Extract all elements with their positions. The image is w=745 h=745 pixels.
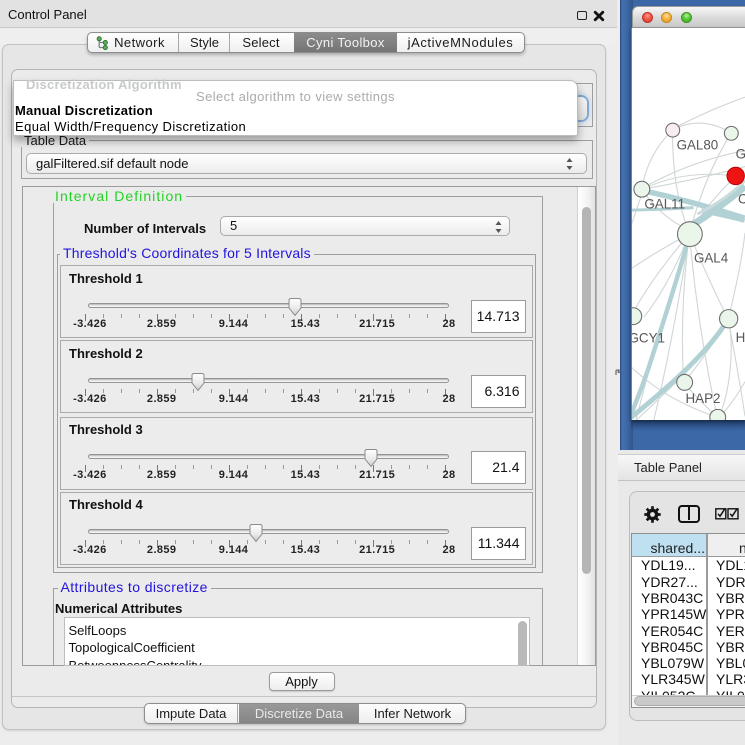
svg-text:CD: CD — [738, 192, 745, 207]
svg-text:H: H — [736, 330, 745, 345]
svg-text:GAL4: GAL4 — [694, 251, 729, 266]
svg-text:GAL80: GAL80 — [677, 137, 719, 152]
svg-text:GAL11: GAL11 — [644, 197, 685, 212]
svg-text:HAP2: HAP2 — [686, 391, 721, 406]
svg-text:GA: GA — [736, 147, 745, 162]
svg-text:GCY1: GCY1 — [631, 330, 665, 345]
